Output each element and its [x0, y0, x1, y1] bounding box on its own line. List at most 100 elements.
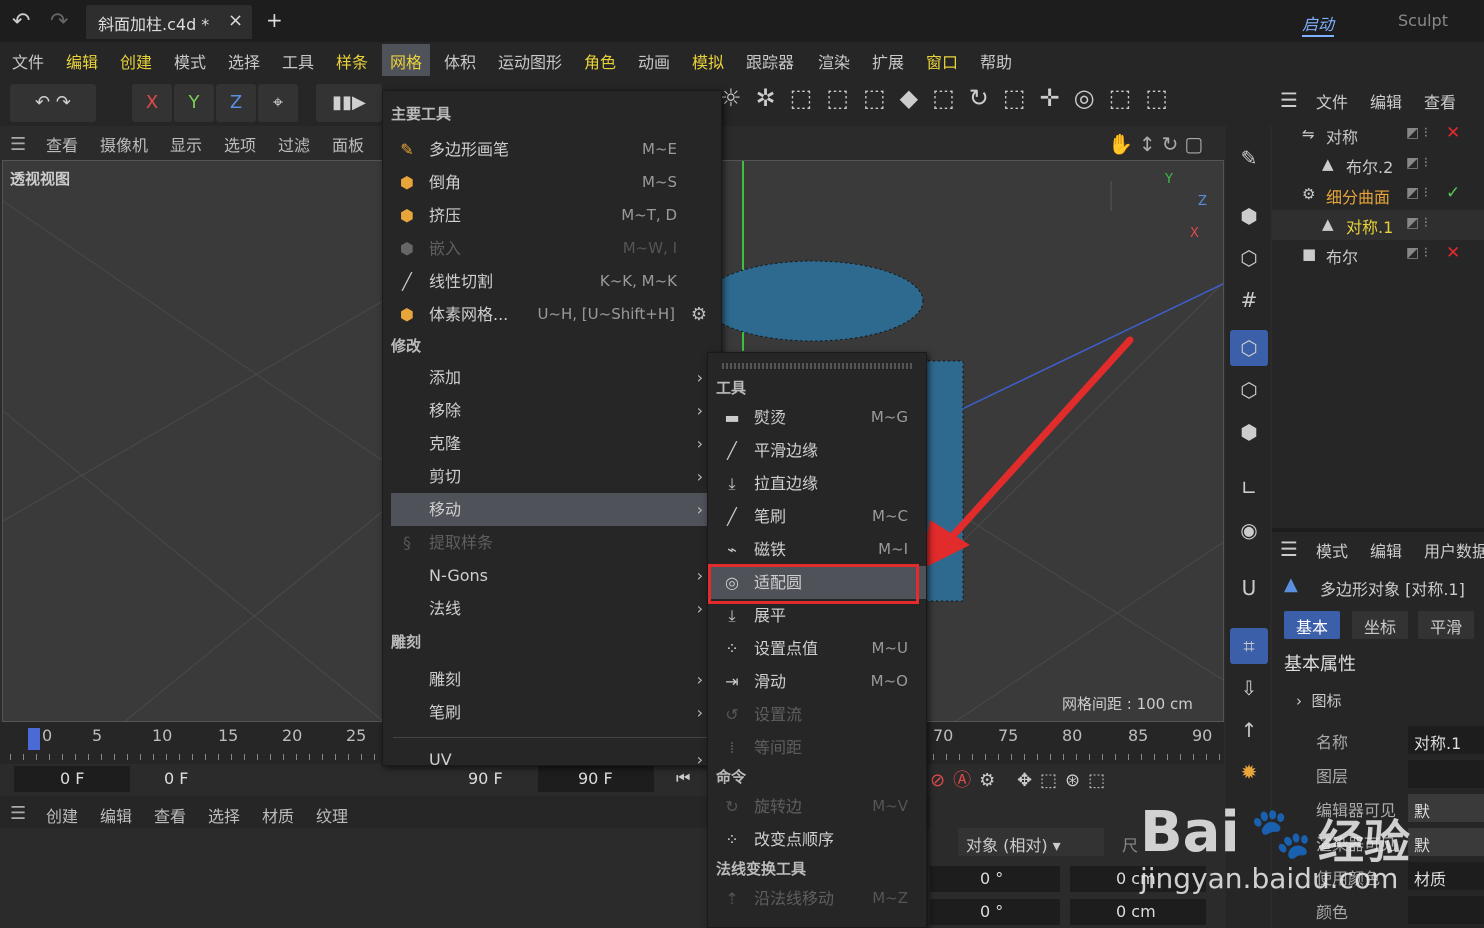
material-menu-1[interactable]: 编辑 — [100, 803, 132, 827]
menu-item[interactable]: 法线 › — [391, 592, 713, 625]
om-menu-1[interactable]: 编辑 — [1370, 89, 1402, 113]
attr-menu-2[interactable]: 用户数据 — [1424, 538, 1484, 562]
z-axis-button[interactable]: Z — [216, 84, 256, 122]
viewport-menu-5[interactable]: 面板 — [332, 132, 364, 156]
menu-0[interactable]: 文件 — [12, 49, 44, 72]
disabled-x-icon[interactable]: ✕ — [1446, 243, 1460, 263]
attr-tab-1[interactable]: 坐标 — [1352, 611, 1409, 639]
visibility-icon[interactable]: ◩ ⁝ — [1406, 185, 1428, 201]
axis-mode-icon[interactable]: ∟ — [1230, 470, 1268, 506]
y-axis-button[interactable]: Y — [174, 84, 214, 122]
visibility-icon[interactable]: ◩ ⁝ — [1406, 245, 1428, 261]
object-row[interactable]: ⚙ 细分曲面 ◩ ⁝ ✓ — [1272, 180, 1484, 210]
menu-item[interactable]: 移动 › — [391, 493, 713, 526]
gear-icon[interactable]: ⚙ — [691, 298, 707, 331]
submenu-item[interactable]: ⁘ 设置点值 M~U — [708, 632, 926, 665]
edit-mode-icon[interactable]: ✎ — [1230, 140, 1268, 176]
menu-3[interactable]: 模式 — [174, 49, 206, 72]
snap-icon[interactable]: U — [1230, 570, 1268, 606]
viewport-menu-4[interactable]: 过滤 — [278, 132, 310, 156]
menu-item[interactable]: ⬢ 体素网格... U~H, [U~Shift+H] ⚙ — [383, 298, 721, 331]
object-row[interactable]: ⇋ 对称 ◩ ⁝ ✕ — [1272, 120, 1484, 150]
menu-1[interactable]: 编辑 — [66, 49, 98, 72]
attr-field-value[interactable]: 对称.1 — [1408, 726, 1484, 754]
hamburger-icon[interactable]: ☰ — [1280, 537, 1298, 561]
menu-item[interactable]: UV › — [391, 743, 713, 776]
submenu-item[interactable]: ⇥ 滑动 M~O — [708, 665, 926, 698]
menu-item[interactable]: ⬢ 挤压 M~T, D — [383, 199, 721, 232]
coord-system-button[interactable]: ⌖ — [258, 84, 298, 122]
viewport-menu-2[interactable]: 显示 — [170, 132, 202, 156]
menu-item[interactable]: 笔刷 › — [391, 696, 713, 729]
toolbar-right-icons[interactable]: ☼✲⬚⬚⬚◆⬚↻⬚✛◎⬚⬚ — [720, 84, 1260, 122]
material-menu-2[interactable]: 查看 — [154, 803, 186, 827]
viewport-menu-1[interactable]: 摄像机 — [100, 132, 148, 156]
coord-mode-select[interactable]: 对象 (相对) ▾ — [958, 828, 1104, 856]
object-row[interactable]: ▲ 对称.1 ◩ ⁝ — [1272, 210, 1484, 240]
viewport-menu-0[interactable]: 查看 — [46, 132, 78, 156]
redo-icon[interactable]: ↷ — [50, 9, 68, 34]
hamburger-icon[interactable]: ☰ — [1280, 88, 1298, 112]
object-row[interactable]: ■ 布尔 ◩ ⁝ ✕ — [1272, 240, 1484, 270]
menu-8[interactable]: 体积 — [444, 49, 476, 72]
layout-sculpt[interactable]: Sculpt — [1398, 11, 1448, 30]
menu-item[interactable]: 添加 › — [391, 361, 713, 394]
current-frame-field[interactable]: 0 F — [14, 766, 130, 792]
material-menu-5[interactable]: 纹理 — [316, 803, 348, 827]
menu-item[interactable]: 移除 › — [391, 394, 713, 427]
hamburger-icon[interactable]: ☰ — [10, 803, 26, 824]
tear-off-handle[interactable] — [722, 363, 914, 369]
menu-6[interactable]: 样条 — [336, 49, 368, 72]
download-icon[interactable]: ⇩ — [1230, 670, 1268, 706]
axis-up-icon[interactable]: ↑ — [1230, 712, 1268, 748]
model-mode-icon[interactable]: ⬢ — [1230, 198, 1268, 234]
menu-15[interactable]: 扩展 — [872, 49, 904, 72]
menu-10[interactable]: 角色 — [584, 49, 616, 72]
material-menu-3[interactable]: 选择 — [208, 803, 240, 827]
menu-item[interactable]: ⬢ 倒角 M~S — [383, 166, 721, 199]
menu-17[interactable]: 帮助 — [980, 49, 1012, 72]
layout-start[interactable]: 启动 — [1302, 11, 1335, 37]
hamburger-icon[interactable]: ☰ — [10, 134, 26, 155]
menu-9[interactable]: 运动图形 — [498, 49, 562, 72]
rotation-field-1[interactable]: 0 ° — [930, 866, 1060, 892]
material-menu-0[interactable]: 创建 — [46, 803, 78, 827]
menu-item[interactable]: 剪切 › — [391, 460, 713, 493]
submenu-item[interactable]: ⌁ 磁铁 M~I — [708, 533, 926, 566]
attr-menu-1[interactable]: 编辑 — [1370, 538, 1402, 562]
menu-2[interactable]: 创建 — [120, 49, 152, 72]
visibility-icon[interactable]: ◩ ⁝ — [1406, 155, 1428, 171]
menu-14[interactable]: 渲染 — [818, 49, 850, 72]
menu-5[interactable]: 工具 — [282, 49, 314, 72]
menu-7[interactable]: 网格 — [382, 44, 431, 76]
viewport-menu-3[interactable]: 选项 — [224, 132, 256, 156]
attr-field-value[interactable] — [1408, 760, 1484, 788]
submenu-item[interactable]: ╱ 平滑边缘 — [708, 434, 926, 467]
menu-item[interactable]: N-Gons › — [391, 559, 713, 592]
close-tab-icon[interactable]: × — [228, 10, 243, 31]
visibility-icon[interactable]: ◩ ⁝ — [1406, 215, 1428, 231]
menu-item[interactable]: 克隆 › — [391, 427, 713, 460]
enabled-check-icon[interactable]: ✓ — [1446, 183, 1460, 203]
workplane-icon[interactable]: ⌗ — [1230, 628, 1268, 664]
viewport-nav-icons[interactable]: ✋↕↻▢ — [1108, 132, 1209, 156]
submenu-item[interactable]: ╱ 笔刷 M~C — [708, 500, 926, 533]
attr-group-toggle[interactable]: › 图标 — [1296, 690, 1342, 711]
rotation-field-2[interactable]: 0 ° — [930, 899, 1060, 925]
om-menu-2[interactable]: 查看 — [1424, 89, 1456, 113]
menu-4[interactable]: 选择 — [228, 49, 260, 72]
edge-mode-icon[interactable]: ⬡ — [1230, 372, 1268, 408]
point-mode-icon[interactable]: ⬡ — [1230, 330, 1268, 366]
grid-mode-icon[interactable]: # — [1230, 282, 1268, 318]
menu-13[interactable]: 跟踪器 — [746, 49, 794, 72]
menu-item[interactable]: 雕刻 › — [391, 663, 713, 696]
attr-tab-2[interactable]: 平滑 — [1418, 611, 1475, 639]
texture-mode-icon[interactable]: ⬡ — [1230, 240, 1268, 276]
menu-16[interactable]: 窗口 — [926, 49, 958, 72]
menu-item[interactable]: ✎ 多边形画笔 M~E — [383, 133, 721, 166]
settings-sun-icon[interactable]: ✹ — [1230, 754, 1268, 790]
add-tab-icon[interactable]: + — [266, 8, 283, 32]
polygon-mode-icon[interactable]: ⬢ — [1230, 414, 1268, 450]
submenu-item[interactable]: ▬ 熨烫 M~G — [708, 401, 926, 434]
playback-icons[interactable]: ⊘Ⓐ⚙ ✥⬚⊛⬚ — [930, 766, 1113, 792]
